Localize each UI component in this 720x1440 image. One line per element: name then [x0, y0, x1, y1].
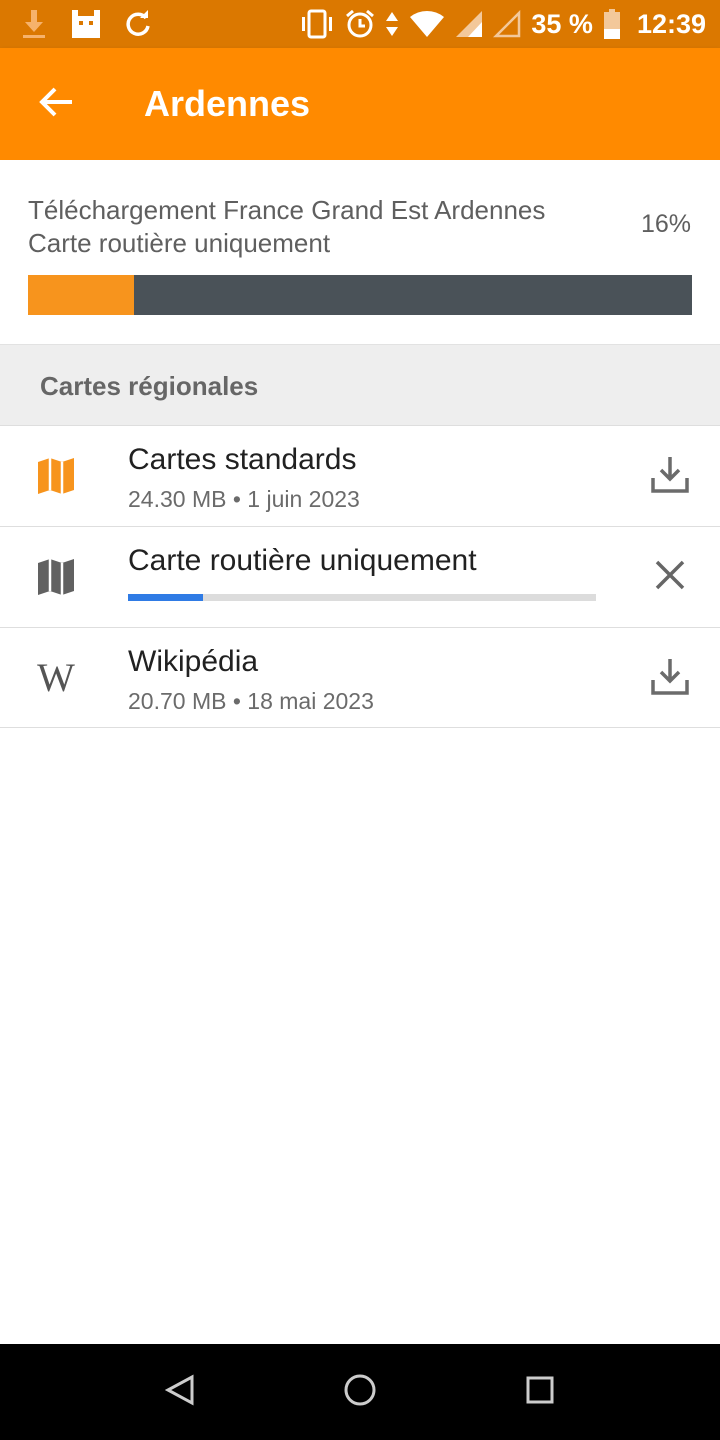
download-description: Téléchargement France Grand Est Ardennes… [28, 194, 608, 260]
nav-recents-button[interactable] [516, 1368, 564, 1416]
download-percent: 16% [640, 210, 691, 238]
item-subtitle: 20.70 MB • 18 mai 2023 [128, 688, 374, 714]
clock: 12:39 [636, 8, 706, 39]
download-icon [650, 454, 690, 499]
arrow-back-icon [38, 86, 74, 123]
item-progress-fill [128, 594, 203, 601]
section-title: Cartes régionales [40, 371, 259, 401]
wikipedia-glyph: W [37, 655, 75, 700]
battery-percent: 35 % [531, 8, 593, 39]
navigation-bar [0, 1344, 720, 1440]
alarm-icon [345, 9, 375, 39]
item-title: Wikipédia [128, 645, 259, 678]
download-status-panel: Téléchargement France Grand Est Ardennes… [0, 160, 720, 344]
back-button[interactable] [24, 72, 88, 136]
nav-home-button[interactable] [336, 1368, 384, 1416]
item-title: Carte routière uniquement [128, 544, 477, 577]
wifi-icon [409, 10, 445, 38]
download-line-2: Carte routière uniquement [28, 228, 331, 258]
signal-icon [455, 10, 483, 38]
screen: 35 % 12:39 Ardennes Téléchargement Franc… [0, 0, 720, 1440]
close-icon [654, 559, 686, 596]
status-bar: 35 % 12:39 [0, 0, 720, 48]
item-subtitle: 24.30 MB • 1 juin 2023 [128, 486, 360, 512]
android-app-icon [70, 8, 102, 40]
download-line-1: Téléchargement France Grand Est Ardennes [28, 195, 546, 225]
list-item-wikipedia[interactable]: W Wikipédia 20.70 MB • 18 mai 2023 [0, 627, 720, 728]
status-bar-left [20, 8, 152, 40]
list-item-carte-routiere[interactable]: Carte routière uniquement [0, 526, 720, 627]
section-header: Cartes régionales [0, 344, 720, 425]
page-title: Ardennes [144, 83, 311, 124]
download-progress-fill [28, 275, 135, 315]
home-circle-icon [343, 1373, 377, 1412]
sync-icon [124, 10, 152, 38]
download-notification-icon [20, 8, 48, 40]
download-icon [650, 656, 690, 701]
map-icon [30, 555, 82, 599]
nav-back-button[interactable] [156, 1368, 204, 1416]
download-progress-bar [28, 275, 692, 315]
battery-icon [603, 8, 621, 40]
item-title: Cartes standards [128, 443, 357, 476]
vibrate-icon [299, 9, 335, 39]
back-triangle-icon [164, 1373, 195, 1411]
download-button[interactable] [646, 452, 694, 500]
download-button[interactable] [646, 654, 694, 702]
map-icon [30, 454, 82, 498]
status-bar-right: 35 % 12:39 [299, 8, 706, 40]
cancel-download-button[interactable] [646, 553, 694, 601]
item-progress-bar [128, 594, 596, 601]
list-item-cartes-standards[interactable]: Cartes standards 24.30 MB • 1 juin 2023 [0, 425, 720, 526]
wikipedia-icon: W [30, 656, 82, 700]
app-bar: Ardennes [0, 48, 720, 160]
signal-empty-icon [493, 10, 521, 38]
recents-square-icon [525, 1375, 555, 1410]
data-arrows-icon [385, 10, 399, 38]
